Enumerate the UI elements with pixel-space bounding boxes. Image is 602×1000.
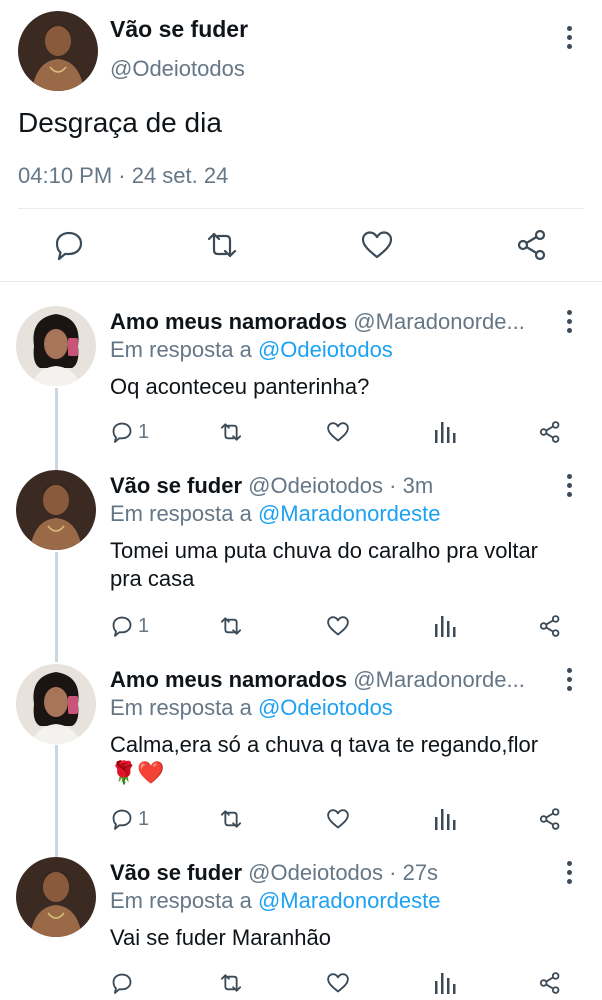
main-tweet: Vão se fuder @Odeiotodos Desgraça de dia…: [0, 0, 602, 282]
reply-icon: [112, 616, 132, 637]
author-handle[interactable]: @Odeiotodos · 27s: [248, 860, 438, 885]
share-icon[interactable]: [538, 418, 562, 446]
replying-to: Em resposta a @Maradonordeste: [110, 888, 441, 914]
analytics-icon[interactable]: [434, 612, 456, 640]
replying-prefix: Em resposta a: [110, 501, 258, 526]
like-icon[interactable]: [326, 969, 350, 997]
reply-button[interactable]: 1: [110, 805, 149, 833]
replying-to: Em resposta a @Odeiotodos: [110, 695, 393, 721]
author-handle[interactable]: @Maradonorde...: [353, 667, 525, 692]
reply-icon: [112, 809, 132, 830]
more-options-icon[interactable]: [566, 26, 572, 49]
author-handle[interactable]: @Odeiotodos: [110, 56, 245, 82]
mention-link[interactable]: @Odeiotodos: [258, 695, 393, 720]
reply-text-line: Oq aconteceu panterinha?: [110, 374, 370, 399]
retweet-icon[interactable]: [218, 612, 244, 640]
action-bar: 1: [110, 418, 570, 446]
share-icon[interactable]: [538, 805, 562, 833]
avatar[interactable]: [16, 306, 96, 386]
author-handle[interactable]: @Odeiotodos · 3m: [248, 473, 433, 498]
reply-icon[interactable]: [52, 228, 86, 262]
reply-text: Vai se fuder Maranhão: [110, 924, 586, 952]
retweet-icon[interactable]: [218, 418, 244, 446]
share-icon[interactable]: [538, 612, 562, 640]
like-icon[interactable]: [326, 418, 350, 446]
avatar[interactable]: [18, 11, 98, 91]
avatar[interactable]: [16, 664, 96, 744]
share-icon[interactable]: [515, 228, 549, 262]
avatar[interactable]: [16, 470, 96, 550]
analytics-icon[interactable]: [434, 969, 456, 997]
author-name[interactable]: Vão se fuder: [110, 860, 242, 885]
more-options-icon[interactable]: [566, 668, 572, 691]
thread-line: [55, 745, 58, 857]
reply-count: 1: [138, 807, 150, 830]
thread-line: [55, 388, 58, 470]
mention-link[interactable]: @Maradonordeste: [258, 888, 441, 913]
retweet-icon[interactable]: [218, 805, 244, 833]
reply-icon: [112, 973, 132, 994]
action-bar: [110, 969, 570, 997]
reply-text: Calma,era só a chuva q tava te regando,f…: [110, 731, 586, 787]
thread-line: [55, 552, 58, 662]
avatar[interactable]: [16, 857, 96, 937]
reply-icon: [112, 422, 132, 443]
more-options-icon[interactable]: [566, 474, 572, 497]
reply-text-line: 🌹❤️: [110, 760, 165, 785]
more-options-icon[interactable]: [566, 861, 572, 884]
author-name[interactable]: Vão se fuder: [110, 473, 242, 498]
author-handle[interactable]: @Maradonorde...: [353, 309, 525, 334]
divider: [18, 208, 584, 209]
replying-to: Em resposta a @Maradonordeste: [110, 501, 441, 527]
analytics-icon[interactable]: [434, 418, 456, 446]
reply-count: 1: [138, 614, 150, 637]
retweet-icon[interactable]: [218, 969, 244, 997]
replying-prefix: Em resposta a: [110, 695, 258, 720]
replying-prefix: Em resposta a: [110, 337, 258, 362]
reply-count: 1: [138, 420, 150, 443]
reply-text-line: Calma,era só a chuva q tava te regando,f…: [110, 732, 539, 757]
share-icon[interactable]: [538, 969, 562, 997]
like-icon[interactable]: [326, 805, 350, 833]
tweet-text: Desgraça de dia: [18, 107, 222, 138]
replying-to: Em resposta a @Odeiotodos: [110, 337, 393, 363]
reply-text: Tomei uma puta chuva do caralho pra volt…: [110, 537, 586, 593]
mention-link[interactable]: @Maradonordeste: [258, 501, 441, 526]
action-bar: 1: [110, 612, 570, 640]
analytics-icon[interactable]: [434, 805, 456, 833]
reply-text: Oq aconteceu panterinha?: [110, 373, 586, 401]
action-bar: 1: [110, 805, 570, 833]
author-name[interactable]: Amo meus namorados: [110, 309, 347, 334]
reply-text-line: pra casa: [110, 566, 195, 591]
retweet-icon[interactable]: [205, 228, 239, 262]
reply-button[interactable]: 1: [110, 612, 149, 640]
reply-text-line: Tomei uma puta chuva do caralho pra volt…: [110, 538, 539, 563]
reply-text-line: Vai se fuder Maranhão: [110, 925, 331, 950]
tweet-timestamp: 04:10 PM · 24 set. 24: [18, 163, 229, 188]
mention-link[interactable]: @Odeiotodos: [258, 337, 393, 362]
like-icon[interactable]: [360, 228, 394, 262]
more-options-icon[interactable]: [566, 310, 572, 333]
author-name[interactable]: Amo meus namorados: [110, 667, 347, 692]
like-icon[interactable]: [326, 612, 350, 640]
replying-prefix: Em resposta a: [110, 888, 258, 913]
author-name[interactable]: Vão se fuder: [110, 16, 248, 43]
reply-button[interactable]: [110, 969, 138, 997]
reply-button[interactable]: 1: [110, 418, 149, 446]
